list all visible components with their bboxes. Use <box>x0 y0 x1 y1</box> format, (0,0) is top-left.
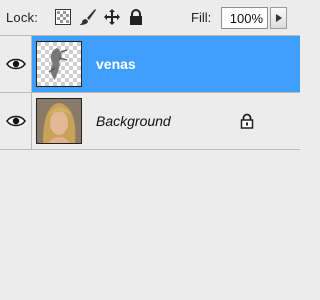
lock-position-icon[interactable] <box>103 8 121 26</box>
layer-main-venas[interactable]: venas <box>32 36 300 92</box>
lock-icon <box>240 113 254 129</box>
layer-row-venas[interactable]: venas <box>0 36 300 93</box>
layer-thumbnail <box>36 98 82 144</box>
layer-thumbnail <box>36 41 82 87</box>
layer-row-background[interactable]: Background <box>0 93 300 150</box>
layer-visibility-toggle[interactable] <box>0 36 32 92</box>
layer-main-background[interactable]: Background <box>32 93 300 149</box>
eye-icon <box>5 115 26 127</box>
lock-transparent-pixels-icon[interactable] <box>54 8 72 26</box>
lock-image-pixels-icon[interactable] <box>79 8 97 26</box>
layer-name: Background <box>96 113 171 129</box>
layer-visibility-toggle[interactable] <box>0 93 32 149</box>
eye-icon <box>5 58 26 70</box>
fill-opacity-input[interactable] <box>221 7 268 29</box>
layer-options-bar: Lock: Fill: <box>0 0 300 36</box>
lock-all-icon[interactable] <box>127 8 145 26</box>
fill-slider-button[interactable] <box>270 7 287 29</box>
chevron-right-icon <box>275 14 282 22</box>
layer-name: venas <box>96 56 136 72</box>
lock-label: Lock: <box>6 10 39 25</box>
fill-label: Fill: <box>191 10 212 25</box>
